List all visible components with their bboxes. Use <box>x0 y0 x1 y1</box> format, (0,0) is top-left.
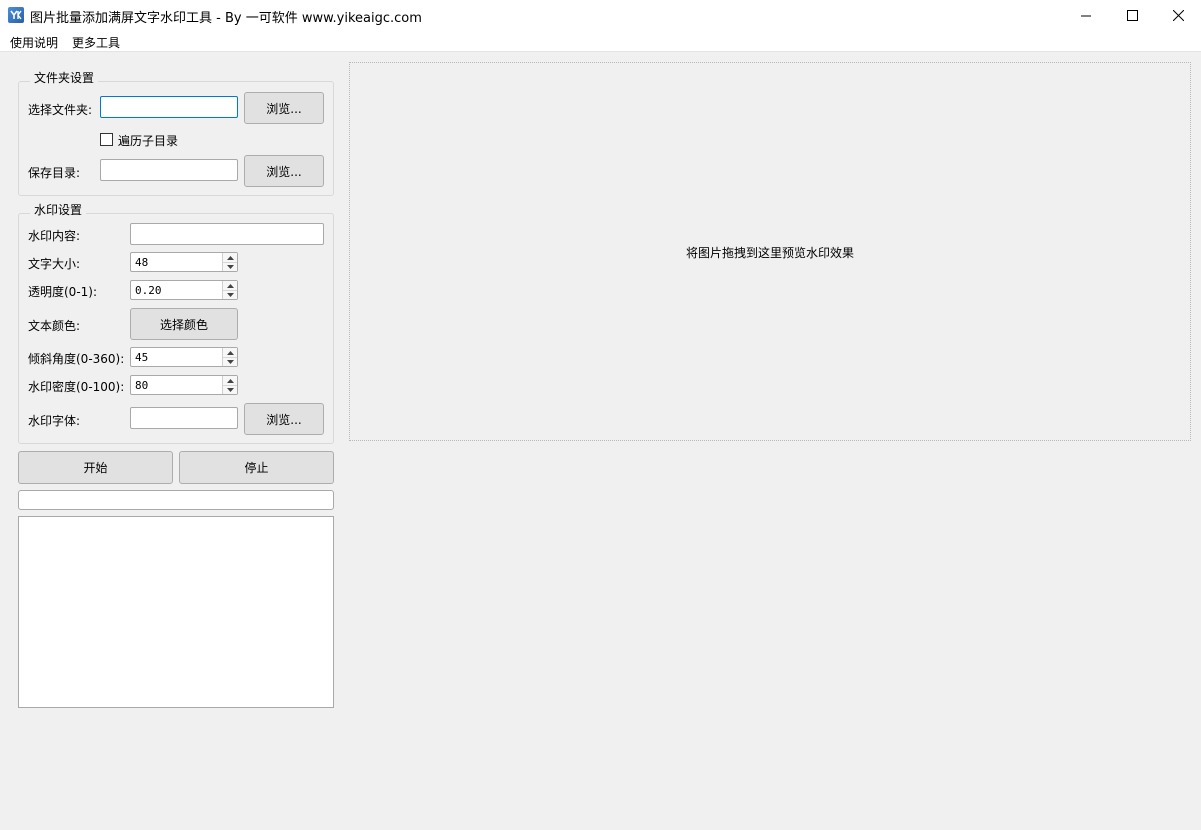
angle-label: 倾斜角度(0-360): <box>28 352 125 366</box>
progress-bar <box>18 490 334 510</box>
menu-bar: 使用说明 更多工具 <box>0 31 1201 52</box>
maximize-icon <box>1126 10 1138 21</box>
density-value: 80 <box>135 379 149 392</box>
traverse-subdirs-checkbox[interactable] <box>100 133 113 146</box>
opacity-decrement-button[interactable] <box>223 290 237 299</box>
minimize-icon <box>1081 15 1091 16</box>
font-size-label: 文字大小: <box>28 257 81 271</box>
maximize-button[interactable] <box>1109 0 1155 31</box>
select-folder-label: 选择文件夹: <box>28 103 93 117</box>
window-title: 图片批量添加满屏文字水印工具 - By 一可软件 www.yikeaigc.co… <box>30 11 422 26</box>
angle-value: 45 <box>135 351 149 364</box>
watermark-content-label: 水印内容: <box>28 229 81 243</box>
font-size-value: 48 <box>135 256 149 269</box>
select-folder-input[interactable] <box>100 96 238 118</box>
opacity-label: 透明度(0-1): <box>28 285 98 299</box>
save-dir-label: 保存目录: <box>28 166 81 180</box>
start-button[interactable]: 开始 <box>18 451 173 484</box>
opacity-value: 0.20 <box>135 284 162 297</box>
menu-item-usage[interactable]: 使用说明 <box>10 34 58 51</box>
arrow-down-icon <box>226 387 234 392</box>
arrow-down-icon <box>226 292 234 297</box>
stop-button[interactable]: 停止 <box>179 451 334 484</box>
angle-decrement-button[interactable] <box>223 357 237 366</box>
font-size-decrement-button[interactable] <box>223 262 237 271</box>
arrow-up-icon <box>226 283 234 288</box>
opacity-spinbox[interactable]: 0.20 <box>130 280 238 300</box>
angle-spinbox[interactable]: 45 <box>130 347 238 367</box>
density-label: 水印密度(0-100): <box>28 380 125 394</box>
menu-item-more-tools[interactable]: 更多工具 <box>72 34 120 51</box>
log-textarea[interactable] <box>18 516 334 708</box>
arrow-up-icon <box>226 378 234 383</box>
text-color-label: 文本颜色: <box>28 319 81 333</box>
watermark-content-input[interactable] <box>130 223 324 245</box>
close-icon <box>1172 10 1184 21</box>
arrow-up-icon <box>226 255 234 260</box>
choose-color-button[interactable]: 选择颜色 <box>130 308 238 340</box>
watermark-font-input[interactable] <box>130 407 238 429</box>
minimize-button[interactable] <box>1063 0 1109 31</box>
save-dir-input[interactable] <box>100 159 238 181</box>
folder-settings-title: 文件夹设置 <box>30 69 99 86</box>
arrow-down-icon <box>226 264 234 269</box>
title-bar: 图片批量添加满屏文字水印工具 - By 一可软件 www.yikeaigc.co… <box>0 0 1201 31</box>
browse-font-button[interactable]: 浏览... <box>244 403 324 435</box>
preview-hint: 将图片拖拽到这里预览水印效果 <box>685 246 854 260</box>
density-spinbox[interactable]: 80 <box>130 375 238 395</box>
arrow-up-icon <box>226 350 234 355</box>
watermark-font-label: 水印字体: <box>28 414 81 428</box>
preview-drop-area[interactable]: 将图片拖拽到这里预览水印效果 <box>349 62 1191 441</box>
close-button[interactable] <box>1155 0 1201 31</box>
font-size-spinbox[interactable]: 48 <box>130 252 238 272</box>
density-decrement-button[interactable] <box>223 385 237 394</box>
watermark-settings-title: 水印设置 <box>30 201 87 218</box>
app-logo-icon <box>8 7 24 23</box>
browse-save-dir-button[interactable]: 浏览... <box>244 155 324 187</box>
arrow-down-icon <box>226 359 234 364</box>
browse-folder-button[interactable]: 浏览... <box>244 92 324 124</box>
traverse-subdirs-label: 遍历子目录 <box>118 134 179 148</box>
